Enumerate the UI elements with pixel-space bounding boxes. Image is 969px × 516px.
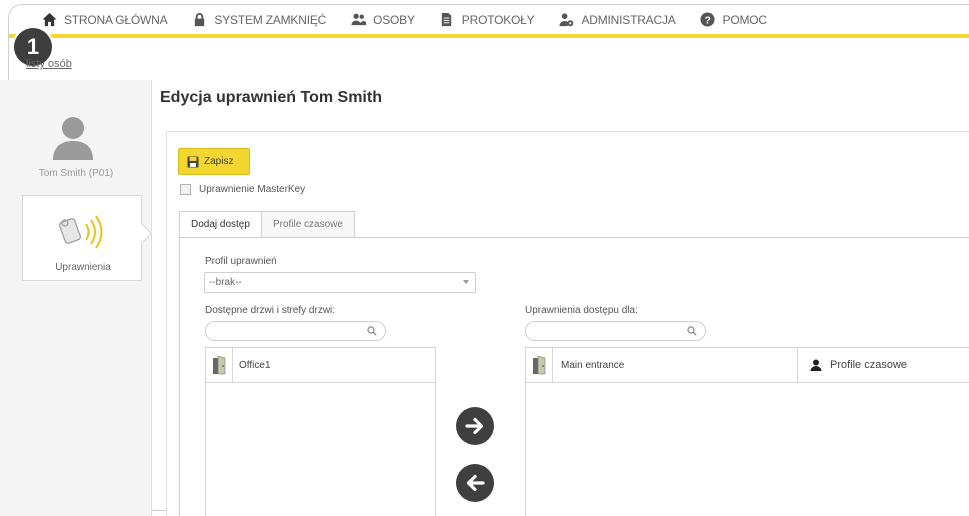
assigned-search[interactable] (525, 321, 706, 341)
nav-item-administration[interactable]: ADMINISTRACJA (558, 12, 676, 28)
column-separator (797, 347, 798, 383)
nav-item-protocols[interactable]: PROTOKOŁY (439, 12, 535, 28)
permissions-tile-label: Uprawnienia (55, 262, 111, 273)
nav-item-help[interactable]: ? POMOC (700, 12, 767, 28)
lock-icon (191, 12, 207, 28)
help-icon: ? (700, 12, 716, 28)
people-icon (350, 12, 366, 28)
arrow-left-icon (466, 474, 485, 492)
permissions-tile[interactable]: Uprawnienia (22, 195, 142, 281)
door-icon (533, 355, 546, 375)
tab-add-access[interactable]: Dodaj dostęp (179, 211, 262, 238)
person-icon (810, 359, 822, 371)
profile-select[interactable]: --brak-- (204, 272, 476, 293)
add-to-access-button[interactable] (456, 407, 494, 445)
save-button[interactable]: Zapisz (178, 148, 250, 175)
nav-label-people: OSOBY (373, 12, 415, 27)
list-item[interactable]: Main entrance Profile czasowe (526, 347, 969, 383)
save-button-label: Zapisz (204, 156, 234, 167)
page-title: Edycja uprawnień Tom Smith (160, 89, 382, 106)
masterkey-row: Uprawnienie MasterKey (180, 184, 305, 195)
nav-item-home[interactable]: STRONA GŁÓWNA (41, 12, 168, 28)
available-doors-list: Office1 (205, 347, 436, 516)
masterkey-checkbox[interactable] (180, 184, 191, 195)
available-doors-label: Dostępne drzwi i strefy drzwi: (205, 305, 336, 316)
nav-label-help: POMOC (722, 12, 768, 27)
column-separator (232, 347, 233, 383)
door-name: Main entrance (561, 359, 625, 371)
remove-from-access-button[interactable] (456, 464, 494, 502)
document-icon (439, 12, 455, 28)
search-icon (367, 326, 377, 336)
chevron-down-icon (463, 280, 469, 284)
assigned-access-list: Main entrance Profile czasowe (525, 347, 969, 516)
profile-select-value: --brak-- (209, 277, 242, 288)
back-to-people-list-link[interactable]: listy osób (26, 58, 72, 70)
nav-label-locking-system: SYSTEM ZAMKNIĘĆ (214, 12, 327, 27)
home-icon (41, 12, 57, 28)
search-icon (687, 326, 697, 336)
door-name: Office1 (239, 359, 271, 371)
nav-label-home: STRONA GŁÓWNA (64, 12, 168, 27)
tab-time-profiles[interactable]: Profile czasowe (260, 211, 355, 238)
available-search-input[interactable] (214, 325, 367, 337)
avatar (52, 116, 94, 160)
nav-item-people[interactable]: OSOBY (350, 12, 415, 28)
nav-label-administration: ADMINISTRACJA (581, 12, 676, 27)
svg-text:?: ? (704, 15, 710, 26)
transponder-icon (58, 215, 103, 249)
arrow-right-icon (465, 417, 484, 435)
nav-item-locking-system[interactable]: SYSTEM ZAMKNIĘĆ (191, 12, 326, 28)
assigned-search-input[interactable] (534, 325, 687, 337)
floppy-disk-icon (187, 156, 199, 167)
admin-icon (558, 12, 574, 28)
time-profile-column-header[interactable]: Profile czasowe (830, 359, 907, 371)
person-silhouette-icon (53, 117, 93, 160)
column-separator (552, 347, 553, 383)
left-sidebar: Tom Smith (P01) Uprawnienia (0, 80, 152, 516)
profile-label: Profil uprawnień (205, 256, 277, 267)
top-navigation: STRONA GŁÓWNA SYSTEM ZAMKNIĘĆ OSOBY PROT… (9, 5, 969, 38)
masterkey-label: Uprawnienie MasterKey (199, 184, 306, 195)
door-icon (213, 355, 226, 375)
assigned-access-label: Uprawnienia dostępu dla: (525, 305, 638, 316)
list-item[interactable]: Office1 (206, 347, 435, 383)
tab-bar: Dodaj dostęp Profile czasowe (179, 211, 355, 238)
available-search[interactable] (205, 321, 386, 341)
nav-label-protocols: PROTOKOŁY (461, 12, 535, 27)
person-name: Tom Smith (P01) (38, 168, 114, 179)
